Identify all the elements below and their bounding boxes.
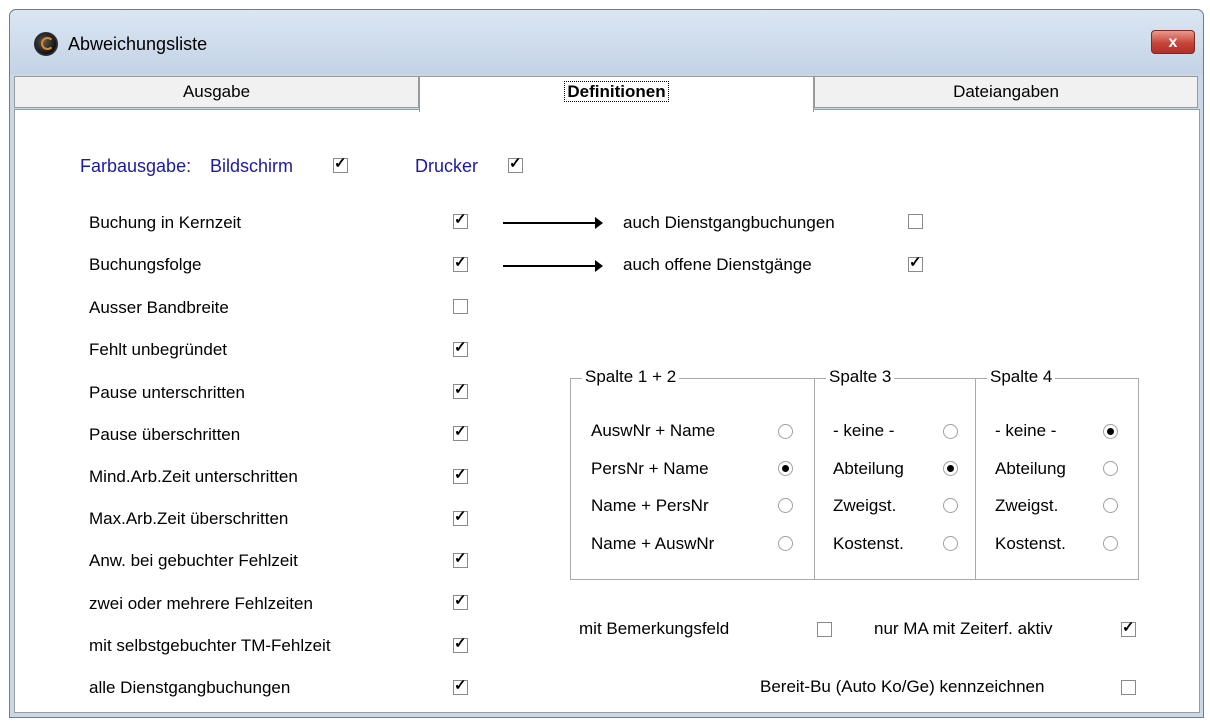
sub-option-checkbox[interactable] [908,254,923,272]
spalte3-radio[interactable] [943,536,958,551]
checklist-checkbox[interactable] [453,466,468,484]
zeiterf-aktiv-label: nur MA mit Zeiterf. aktiv [874,619,1053,638]
tab-definitionen[interactable]: Definitionen [419,76,814,112]
sub-option-label: auch Dienstgangbuchungen [623,213,835,232]
zeiterf-aktiv-checkbox[interactable] [1121,619,1136,637]
bereit-bu-checkbox[interactable] [1121,680,1136,695]
spalte3-title: Spalte 3 [826,367,895,387]
checklist-label: Pause unterschritten [89,383,245,402]
spalte12-title: Spalte 1 + 2 [582,367,680,387]
window-title: Abweichungsliste [68,34,208,54]
bildschirm-checkbox[interactable] [333,155,348,173]
checklist-label: Mind.Arb.Zeit unterschritten [89,467,298,486]
spalte12-option-label: PersNr + Name [591,459,709,478]
spalte12-option-label: Name + PersNr [591,496,709,515]
checklist-checkbox[interactable] [453,677,468,695]
spalte4-option-label: - keine - [995,421,1057,440]
tab-dateiangaben-label: Dateiangaben [953,82,1059,101]
spalte4-radio[interactable] [1103,461,1118,476]
spalte3-radio[interactable] [943,498,958,513]
checklist-label: alle Dienstgangbuchungen [89,678,291,697]
tab-bar: Ausgabe Definitionen Dateiangaben [14,76,1198,112]
definitionen-panel: Farbausgabe: Bildschirm Drucker Buchung … [14,109,1200,713]
checklist-checkbox[interactable] [453,550,468,568]
checklist-label: Fehlt unbegründet [89,340,227,359]
checklist-checkbox[interactable] [453,381,468,399]
sub-option-label: auch offene Dienstgänge [623,255,812,274]
checklist-label: Ausser Bandbreite [89,298,229,317]
spalte3-option-label: Kostenst. [833,534,904,553]
spalte12-option-label: Name + AuswNr [591,534,715,553]
farbausgabe-label: Farbausgabe: [80,156,192,176]
spalte3-group: Spalte 3 - keine - Abteilung Zweigst. Ko… [814,367,976,580]
spalte4-option-label: Zweigst. [995,496,1059,515]
checklist-checkbox[interactable] [453,299,468,314]
app-icon [34,32,58,56]
spalte12-radio[interactable] [778,536,793,551]
checklist-label: Pause überschritten [89,425,241,444]
spalte12-option-label: AuswNr + Name [591,421,716,440]
spalte3-radio[interactable] [943,424,958,439]
checklist-checkbox[interactable] [453,423,468,441]
spalte4-radio[interactable] [1103,536,1118,551]
tab-definitionen-label: Definitionen [564,81,669,102]
spalte3-option-label: Zweigst. [833,496,897,515]
spalte4-radio[interactable] [1103,424,1118,439]
checklist-checkbox[interactable] [453,211,468,229]
spalte12-radio[interactable] [778,498,793,513]
checklist-label: Max.Arb.Zeit überschritten [89,509,289,528]
spalte4-option-label: Kostenst. [995,534,1066,553]
spalte12-radio[interactable] [778,461,793,476]
title-bar[interactable]: Abweichungsliste x [10,10,1203,74]
spalte4-group: Spalte 4 - keine - Abteilung Zweigst. Ko… [975,367,1139,580]
tab-ausgabe[interactable]: Ausgabe [14,76,419,108]
bemerkungsfeld-label: mit Bemerkungsfeld [579,619,730,638]
tab-ausgabe-label: Ausgabe [182,82,251,101]
checklist-label: zwei oder mehrere Fehlzeiten [89,594,313,613]
close-button[interactable]: x [1151,30,1195,54]
bildschirm-label: Bildschirm [210,156,294,176]
spalte4-option-label: Abteilung [995,459,1066,478]
checklist-label: Anw. bei gebuchter Fehlzeit [89,551,298,570]
spalte3-option-label: - keine - [833,421,895,440]
bereit-bu-label: Bereit-Bu (Auto Ko/Ge) kennzeichnen [760,677,1045,696]
checklist-checkbox[interactable] [453,508,468,526]
checklist-checkbox[interactable] [453,635,468,653]
checklist-label: Buchungsfolge [89,255,202,274]
tab-dateiangaben[interactable]: Dateiangaben [814,76,1198,108]
spalte3-option-label: Abteilung [833,459,904,478]
drucker-label: Drucker [415,156,479,176]
arrow-right-icon [503,260,603,272]
dialog-window: Abweichungsliste x Ausgabe Definitionen … [9,9,1204,718]
checklist-label: Buchung in Kernzeit [89,213,242,232]
sub-option-checkbox[interactable] [908,214,923,229]
spalte12-radio[interactable] [778,424,793,439]
spalte3-radio[interactable] [943,461,958,476]
arrow-right-icon [503,217,603,229]
bemerkungsfeld-checkbox[interactable] [817,622,832,637]
spalte4-title: Spalte 4 [987,367,1056,387]
checklist-checkbox[interactable] [453,592,468,610]
spalte4-radio[interactable] [1103,498,1118,513]
checklist-checkbox[interactable] [453,339,468,357]
checklist-checkbox[interactable] [453,254,468,272]
checklist-label: mit selbstgebuchter TM-Fehlzeit [89,636,331,655]
drucker-checkbox[interactable] [508,155,523,173]
spalte12-group: Spalte 1 + 2 AuswNr + Name PersNr + Name… [570,367,815,580]
